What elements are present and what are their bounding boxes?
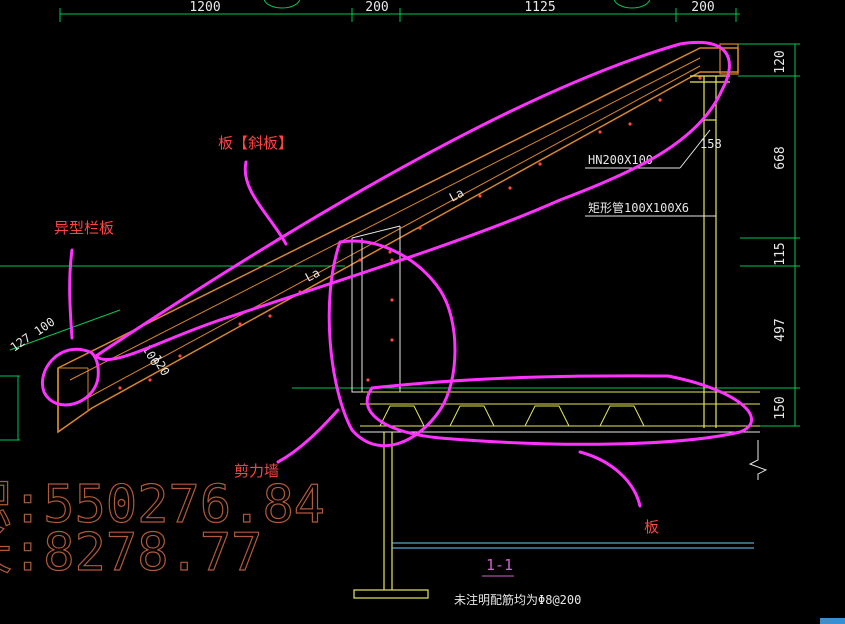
dim-top-1200: 1200 (189, 0, 220, 15)
rect-tube-label: 矩形管100X100X6 (588, 200, 689, 215)
right-dimension-chain (738, 43, 800, 427)
lower-steel-beam (353, 432, 429, 599)
top-dimension-chain (59, 0, 740, 22)
dim-right-668: 668 (773, 146, 788, 169)
section-label: 1-1 (486, 556, 513, 574)
dim-top-200-a: 200 (365, 0, 388, 15)
dim-top-200-b: 200 (691, 0, 714, 15)
cyan-beam (392, 542, 754, 549)
callout-slab: 板 (644, 518, 659, 536)
steel-column (690, 75, 730, 428)
floor-slab (360, 391, 760, 433)
callout-shear-wall: 剪力墙 (234, 462, 279, 480)
dim-right-497: 497 (773, 318, 788, 341)
bottom-scroll-edge[interactable] (820, 618, 845, 624)
perimeter-readout: 长:8278.77 (0, 523, 262, 583)
dim-right-115: 115 (773, 242, 788, 265)
section-drawing: 1200 200 1125 200 120 668 115 497 150 La… (0, 0, 845, 624)
dim-158: 158 (700, 137, 722, 151)
dim-right-120: 120 (773, 50, 788, 73)
dim-small-127: 127 (8, 331, 34, 355)
break-symbol (748, 440, 768, 480)
section-note: 未注明配筋均为Φ8@200 (454, 592, 581, 607)
callout-odd-parapet: 异型栏板 (54, 219, 114, 237)
callout-inclined-slab: 板【斜板】 (218, 134, 293, 152)
dim-right-150: 150 (773, 396, 788, 419)
cad-canvas[interactable]: 1200 200 1125 200 120 668 115 497 150 La… (0, 0, 845, 624)
dim-small-100: 100 (32, 315, 58, 339)
dim-top-1125: 1125 (524, 0, 555, 15)
magenta-markup (41, 41, 753, 508)
